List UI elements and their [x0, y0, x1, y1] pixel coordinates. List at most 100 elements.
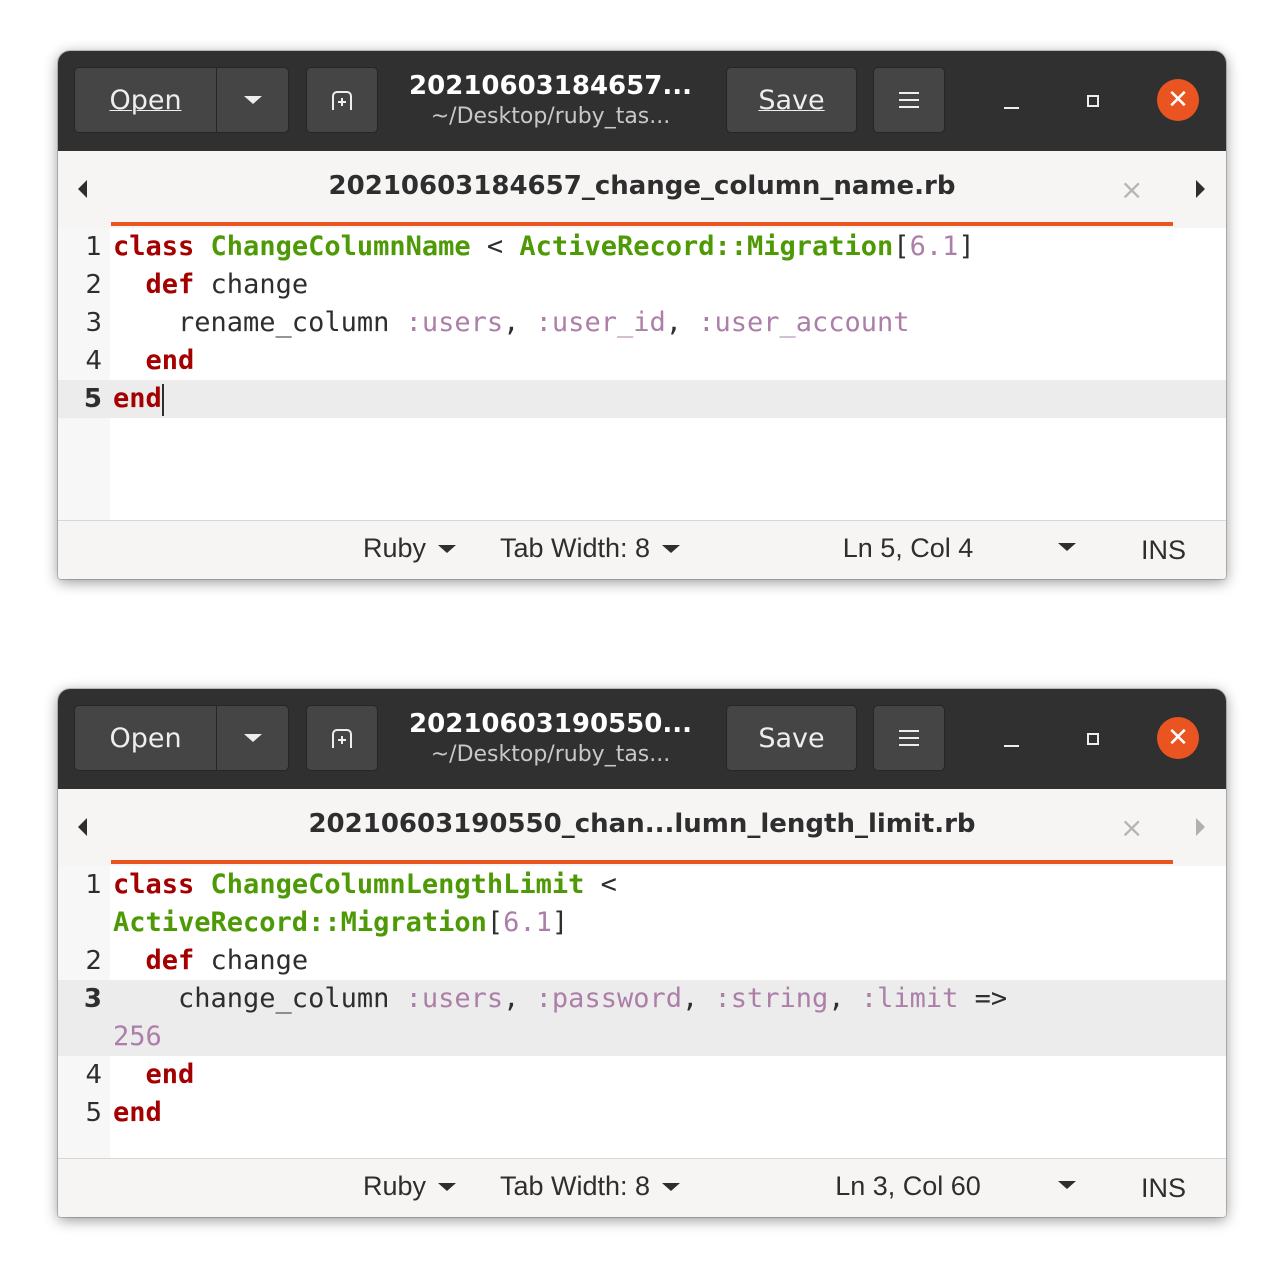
recent-files-dropdown-button[interactable]	[217, 705, 289, 771]
code-line: def change	[113, 266, 309, 304]
maximize-icon	[1087, 733, 1099, 745]
recent-files-dropdown-button[interactable]	[217, 67, 289, 133]
class-name-token: ChangeColumnName	[210, 231, 471, 262]
chevron-down-icon	[1058, 543, 1076, 551]
tab-width-label: Tab Width: 8	[500, 1171, 651, 1201]
window-title-filename: 20210603184657...	[409, 71, 692, 101]
code-text: <	[470, 231, 520, 262]
window-title-path: ~/Desktop/ruby_tas...	[430, 104, 671, 129]
status-bar: Ruby Tab Width: 8 Ln 3, Col 60 INS	[58, 1158, 1226, 1217]
code-line: class ChangeColumnLengthLimit <	[113, 866, 617, 904]
save-button[interactable]: Save	[726, 705, 857, 771]
keyword-token: end	[145, 1059, 195, 1090]
tab-title[interactable]: 20210603184657_change_column_name.rb	[188, 171, 1096, 201]
line-number: 1	[85, 870, 102, 900]
insert-mode-indicator: INS	[1141, 535, 1187, 565]
symbol-token: :user_account	[698, 307, 910, 338]
new-tab-icon	[332, 729, 352, 748]
symbol-token: :password	[535, 983, 682, 1014]
keyword-token: class	[113, 231, 195, 262]
code-line-wrapped: ActiveRecord::Migration[6.1]	[113, 904, 568, 942]
code-text: [	[486, 907, 504, 938]
new-tab-button[interactable]	[306, 67, 378, 133]
window-title: 20210603190550... ~/Desktop/ruby_tas...	[388, 707, 713, 769]
chevron-down-icon	[438, 544, 457, 553]
chevron-down-icon	[243, 734, 262, 742]
open-button-label: Open	[109, 84, 182, 116]
maximize-icon	[1087, 95, 1099, 107]
cursor-position[interactable]: Ln 5, Col 4	[818, 533, 998, 564]
chevron-down-icon	[662, 544, 681, 553]
symbol-token: :limit	[860, 983, 959, 1014]
language-selector[interactable]: Ruby	[363, 533, 457, 564]
scroll-tabs-right-icon[interactable]	[1196, 180, 1205, 198]
code-text: rename_column	[113, 307, 406, 338]
minimize-button[interactable]	[991, 719, 1031, 759]
minimize-icon	[1003, 107, 1019, 109]
new-tab-button[interactable]	[306, 705, 378, 771]
maximize-button[interactable]	[1073, 719, 1113, 759]
gedit-window-change-column-length-limit: Open 20210603190550... ~/Desktop/ruby_ta…	[58, 689, 1226, 1217]
active-tab-indicator	[111, 860, 1173, 864]
position-menu-button[interactable]	[1058, 1181, 1076, 1189]
main-menu-button[interactable]	[873, 705, 945, 771]
maximize-button[interactable]	[1073, 81, 1113, 121]
keyword-token: end	[113, 1097, 162, 1128]
main-menu-button[interactable]	[873, 67, 945, 133]
code-editor[interactable]: 1 2 3 4 5 class ChangeColumnName < Activ…	[58, 228, 1226, 520]
scroll-tabs-left-icon[interactable]	[78, 818, 87, 836]
symbol-token: :user_id	[535, 307, 666, 338]
close-button[interactable]: ✕	[1157, 79, 1199, 121]
number-token: 6.1	[503, 907, 552, 938]
scroll-tabs-right-icon[interactable]	[1196, 818, 1205, 836]
tab-title[interactable]: 20210603190550_chan...lumn_length_limit.…	[188, 809, 1096, 839]
line-number: 1	[85, 232, 102, 262]
current-line-highlight	[58, 380, 1226, 418]
line-number: 3	[85, 308, 102, 338]
minimize-button[interactable]	[991, 81, 1031, 121]
code-text: <	[584, 869, 617, 900]
code-editor[interactable]: 1 2 3 4 5 class ChangeColumnLengthLimit …	[58, 866, 1226, 1158]
number-token: 256	[113, 1021, 162, 1052]
chevron-down-icon	[243, 96, 262, 104]
code-line-wrapped: 256	[113, 1018, 162, 1056]
open-button[interactable]: Open	[74, 705, 217, 771]
close-icon: ✕	[1167, 85, 1189, 115]
text-cursor	[161, 383, 164, 416]
save-button[interactable]: Save	[726, 67, 857, 133]
cursor-position[interactable]: Ln 3, Col 60	[818, 1171, 998, 1202]
scroll-tabs-left-icon[interactable]	[78, 180, 87, 198]
code-line: end	[113, 342, 195, 380]
hamburger-menu-icon	[899, 730, 919, 746]
symbol-token: :string	[714, 983, 829, 1014]
position-menu-button[interactable]	[1058, 543, 1076, 551]
headerbar: Open 20210603190550... ~/Desktop/ruby_ta…	[58, 689, 1226, 789]
class-name-token: ActiveRecord::Migration	[519, 231, 894, 262]
code-line: rename_column :users, :user_id, :user_ac…	[113, 304, 910, 342]
chevron-down-icon	[662, 1182, 681, 1191]
active-tab-indicator	[111, 222, 1173, 226]
code-text: ,	[665, 307, 699, 338]
symbol-token: :users	[405, 307, 504, 338]
keyword-token: end	[113, 383, 162, 414]
line-number-current: 3	[83, 984, 102, 1014]
close-button[interactable]: ✕	[1157, 717, 1199, 759]
code-line: end	[113, 1056, 195, 1094]
code-text: ,	[503, 983, 536, 1014]
save-button-label: Save	[758, 84, 825, 116]
tab-width-selector[interactable]: Tab Width: 8	[500, 533, 681, 564]
keyword-token: class	[113, 869, 195, 900]
minimize-icon	[1003, 745, 1019, 747]
symbol-token: :users	[405, 983, 504, 1014]
close-tab-icon[interactable]: ×	[1120, 811, 1143, 844]
open-button[interactable]: Open	[74, 67, 217, 133]
code-line: change_column :users, :password, :string…	[113, 980, 1007, 1018]
tab-width-selector[interactable]: Tab Width: 8	[500, 1171, 681, 1202]
language-selector[interactable]: Ruby	[363, 1171, 457, 1202]
close-tab-icon[interactable]: ×	[1120, 173, 1143, 206]
code-text: change	[194, 945, 309, 976]
line-number: 2	[85, 270, 102, 300]
line-number: 2	[85, 946, 102, 976]
